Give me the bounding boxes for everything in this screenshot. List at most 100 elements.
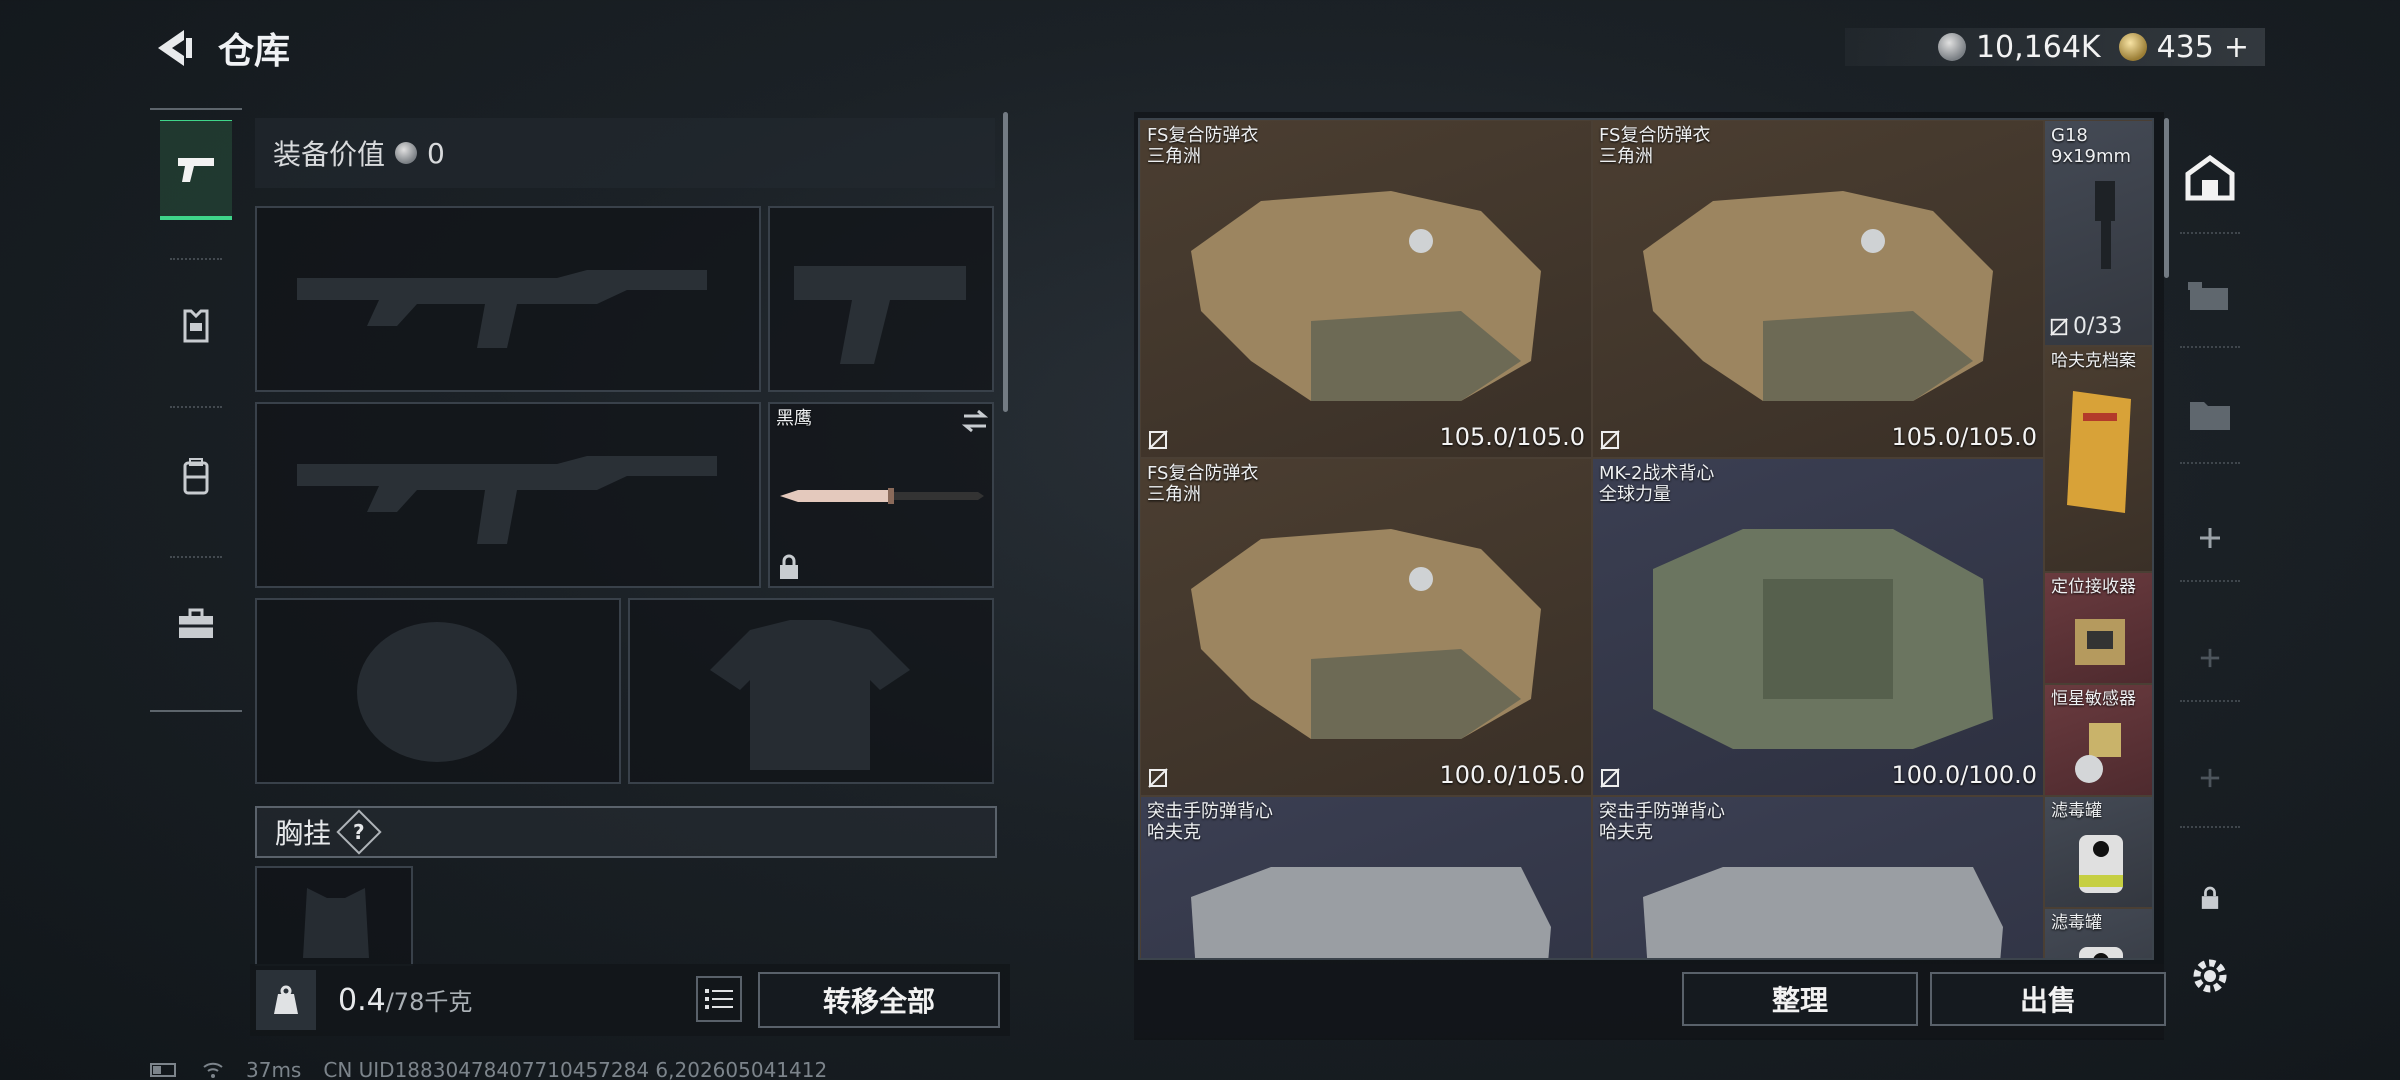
add-currency-button[interactable]: + <box>2224 30 2249 65</box>
locked-storage-slot[interactable] <box>2178 866 2242 930</box>
inventory-grid: FS复合防弹衣 三角洲 105.0/105.0 FS复合防弹衣 三角洲 105.0/… <box>1138 118 2154 960</box>
equipment-tab-rail <box>150 108 242 712</box>
body-armor-icon <box>1643 191 1993 401</box>
no-sell-icon <box>2050 317 2068 336</box>
weight-readout: 0.4/78千克 <box>338 982 472 1018</box>
inventory-item[interactable]: 恒星敏感器 <box>2044 684 2152 796</box>
silver-amount: 10,164K <box>1975 29 2101 65</box>
primary-weapon-slot[interactable] <box>255 206 761 392</box>
lock-icon <box>2201 886 2219 909</box>
pistol-g18-icon <box>2095 181 2115 269</box>
add-storage-button[interactable] <box>2178 746 2242 810</box>
inventory-item[interactable]: FS复合防弹衣 三角洲 105.0/105.0 <box>1592 120 2044 458</box>
item-durability: 105.0/105.0 <box>1439 423 1586 451</box>
inventory-item[interactable]: 滤毒罐 <box>2044 796 2152 908</box>
storage-tab-2[interactable] <box>2178 262 2242 326</box>
gear-icon <box>2193 959 2227 993</box>
inventory-item[interactable]: 滤毒罐 <box>2044 908 2152 958</box>
knife-icon <box>780 488 984 504</box>
back-arrow-icon <box>158 30 192 66</box>
uid-readout: CN UID18830478407710457284 6,20260504141… <box>323 1058 828 1080</box>
assault-vest-icon <box>1643 867 2003 958</box>
sort-button[interactable]: 整理 <box>1682 972 1918 1026</box>
receiver-device-icon <box>2075 619 2125 665</box>
plus-icon <box>2200 528 2220 548</box>
helmet-silhouette-icon <box>357 622 517 762</box>
no-sell-icon <box>1148 430 1168 450</box>
item-name: 滤毒罐 <box>2051 801 2102 821</box>
inventory-item[interactable]: 定位接收器 <box>2044 572 2152 684</box>
item-name: 突击手防弹背心 哈夫克 <box>1147 801 1273 843</box>
document-folder-icon <box>2067 391 2131 513</box>
rifle-silhouette-icon <box>297 270 707 348</box>
body-armor-slot[interactable] <box>628 598 994 784</box>
transfer-all-button[interactable]: 转移全部 <box>758 972 1000 1028</box>
swap-icon[interactable] <box>960 408 990 434</box>
sell-button[interactable]: 出售 <box>1930 972 2166 1026</box>
weight-icon <box>256 970 316 1030</box>
helmet-slot[interactable] <box>255 598 621 784</box>
warehouse-icon <box>2185 154 2235 201</box>
status-bar: 37ms CN UID18830478407710457284 6,202605… <box>150 1058 827 1080</box>
equipment-value-label: 装备价值 <box>273 138 386 171</box>
battery-icon <box>150 1063 176 1077</box>
add-storage-button[interactable] <box>2178 626 2242 690</box>
gold-currency[interactable]: 435 + <box>2118 30 2249 65</box>
item-name: 突击手防弹背心 哈夫克 <box>1599 801 1725 843</box>
silver-coin-icon <box>395 142 418 164</box>
equipment-scrollbar[interactable] <box>1003 112 1008 412</box>
inventory-item[interactable]: 哈夫克档案 <box>2044 346 2152 572</box>
secondary-weapon-slot[interactable] <box>255 402 761 588</box>
wifi-icon <box>203 1062 223 1078</box>
chest-rig-slot[interactable] <box>255 866 413 966</box>
inventory-item[interactable]: FS复合防弹衣 三角洲 105.0/105.0 <box>1140 120 1592 458</box>
inventory-item[interactable]: G18 9x19mm 0/33 <box>2044 120 2152 346</box>
sidearm-slot[interactable] <box>768 206 994 392</box>
folder-icon <box>2190 402 2230 430</box>
item-durability: 100.0/105.0 <box>1439 761 1586 789</box>
storage-home-tab[interactable] <box>2178 146 2242 210</box>
tab-armor[interactable] <box>160 276 232 376</box>
item-name: 滤毒罐 <box>2051 913 2102 933</box>
inventory-item[interactable]: FS复合防弹衣 三角洲 100.0/105.0 <box>1140 458 1592 796</box>
lock-icon <box>780 554 798 579</box>
add-storage-button[interactable] <box>2178 506 2242 570</box>
page-title: 仓库 <box>218 31 291 72</box>
item-name: 恒星敏感器 <box>2051 689 2136 709</box>
pistol-silhouette-icon <box>794 266 966 364</box>
item-durability: 105.0/105.0 <box>1891 423 2038 451</box>
tab-case[interactable] <box>160 574 232 674</box>
item-name: G18 9x19mm <box>2051 125 2132 167</box>
inventory-item[interactable]: MK-2战术背心 全球力量 100.0/100.0 <box>1592 458 2044 796</box>
inventory-item[interactable]: 突击手防弹背心 哈夫克 <box>1140 796 1592 958</box>
armor-vest-icon <box>183 309 209 343</box>
settings-button[interactable] <box>2178 944 2242 1008</box>
plus-icon <box>2200 768 2220 788</box>
list-view-button[interactable] <box>696 976 742 1022</box>
no-sell-icon <box>1600 430 1620 450</box>
chest-rig-silhouette-icon <box>303 888 369 958</box>
briefcase-icon <box>179 608 213 638</box>
melee-name: 黑鹰 <box>776 408 812 429</box>
gold-coin-icon <box>2118 33 2147 61</box>
melee-slot[interactable]: 黑鹰 <box>768 402 994 588</box>
body-armor-icon <box>1191 191 1541 401</box>
storage-tab-3[interactable] <box>2178 382 2242 446</box>
tab-backpack[interactable] <box>160 426 232 526</box>
ammo-count: 0/33 <box>2049 314 2122 339</box>
tab-weapons[interactable] <box>160 120 232 220</box>
inventory-item[interactable]: 突击手防弹背心 哈夫克 <box>1592 796 2044 958</box>
filter-canister-icon <box>2079 835 2123 893</box>
silver-coin-icon <box>1937 33 1966 61</box>
filter-canister-icon <box>2079 947 2123 958</box>
item-name: 定位接收器 <box>2051 577 2136 597</box>
inventory-scrollbar[interactable] <box>2164 118 2169 278</box>
list-icon <box>705 989 733 1009</box>
gun-case-icon <box>2188 282 2228 310</box>
back-button[interactable] <box>150 24 198 72</box>
item-name: 哈夫克档案 <box>2051 351 2136 371</box>
assault-vest-icon <box>1191 867 1551 958</box>
equipment-value: 0 <box>427 136 445 170</box>
help-icon[interactable]: ? <box>336 809 382 855</box>
silver-currency: 10,164K <box>1937 29 2101 65</box>
